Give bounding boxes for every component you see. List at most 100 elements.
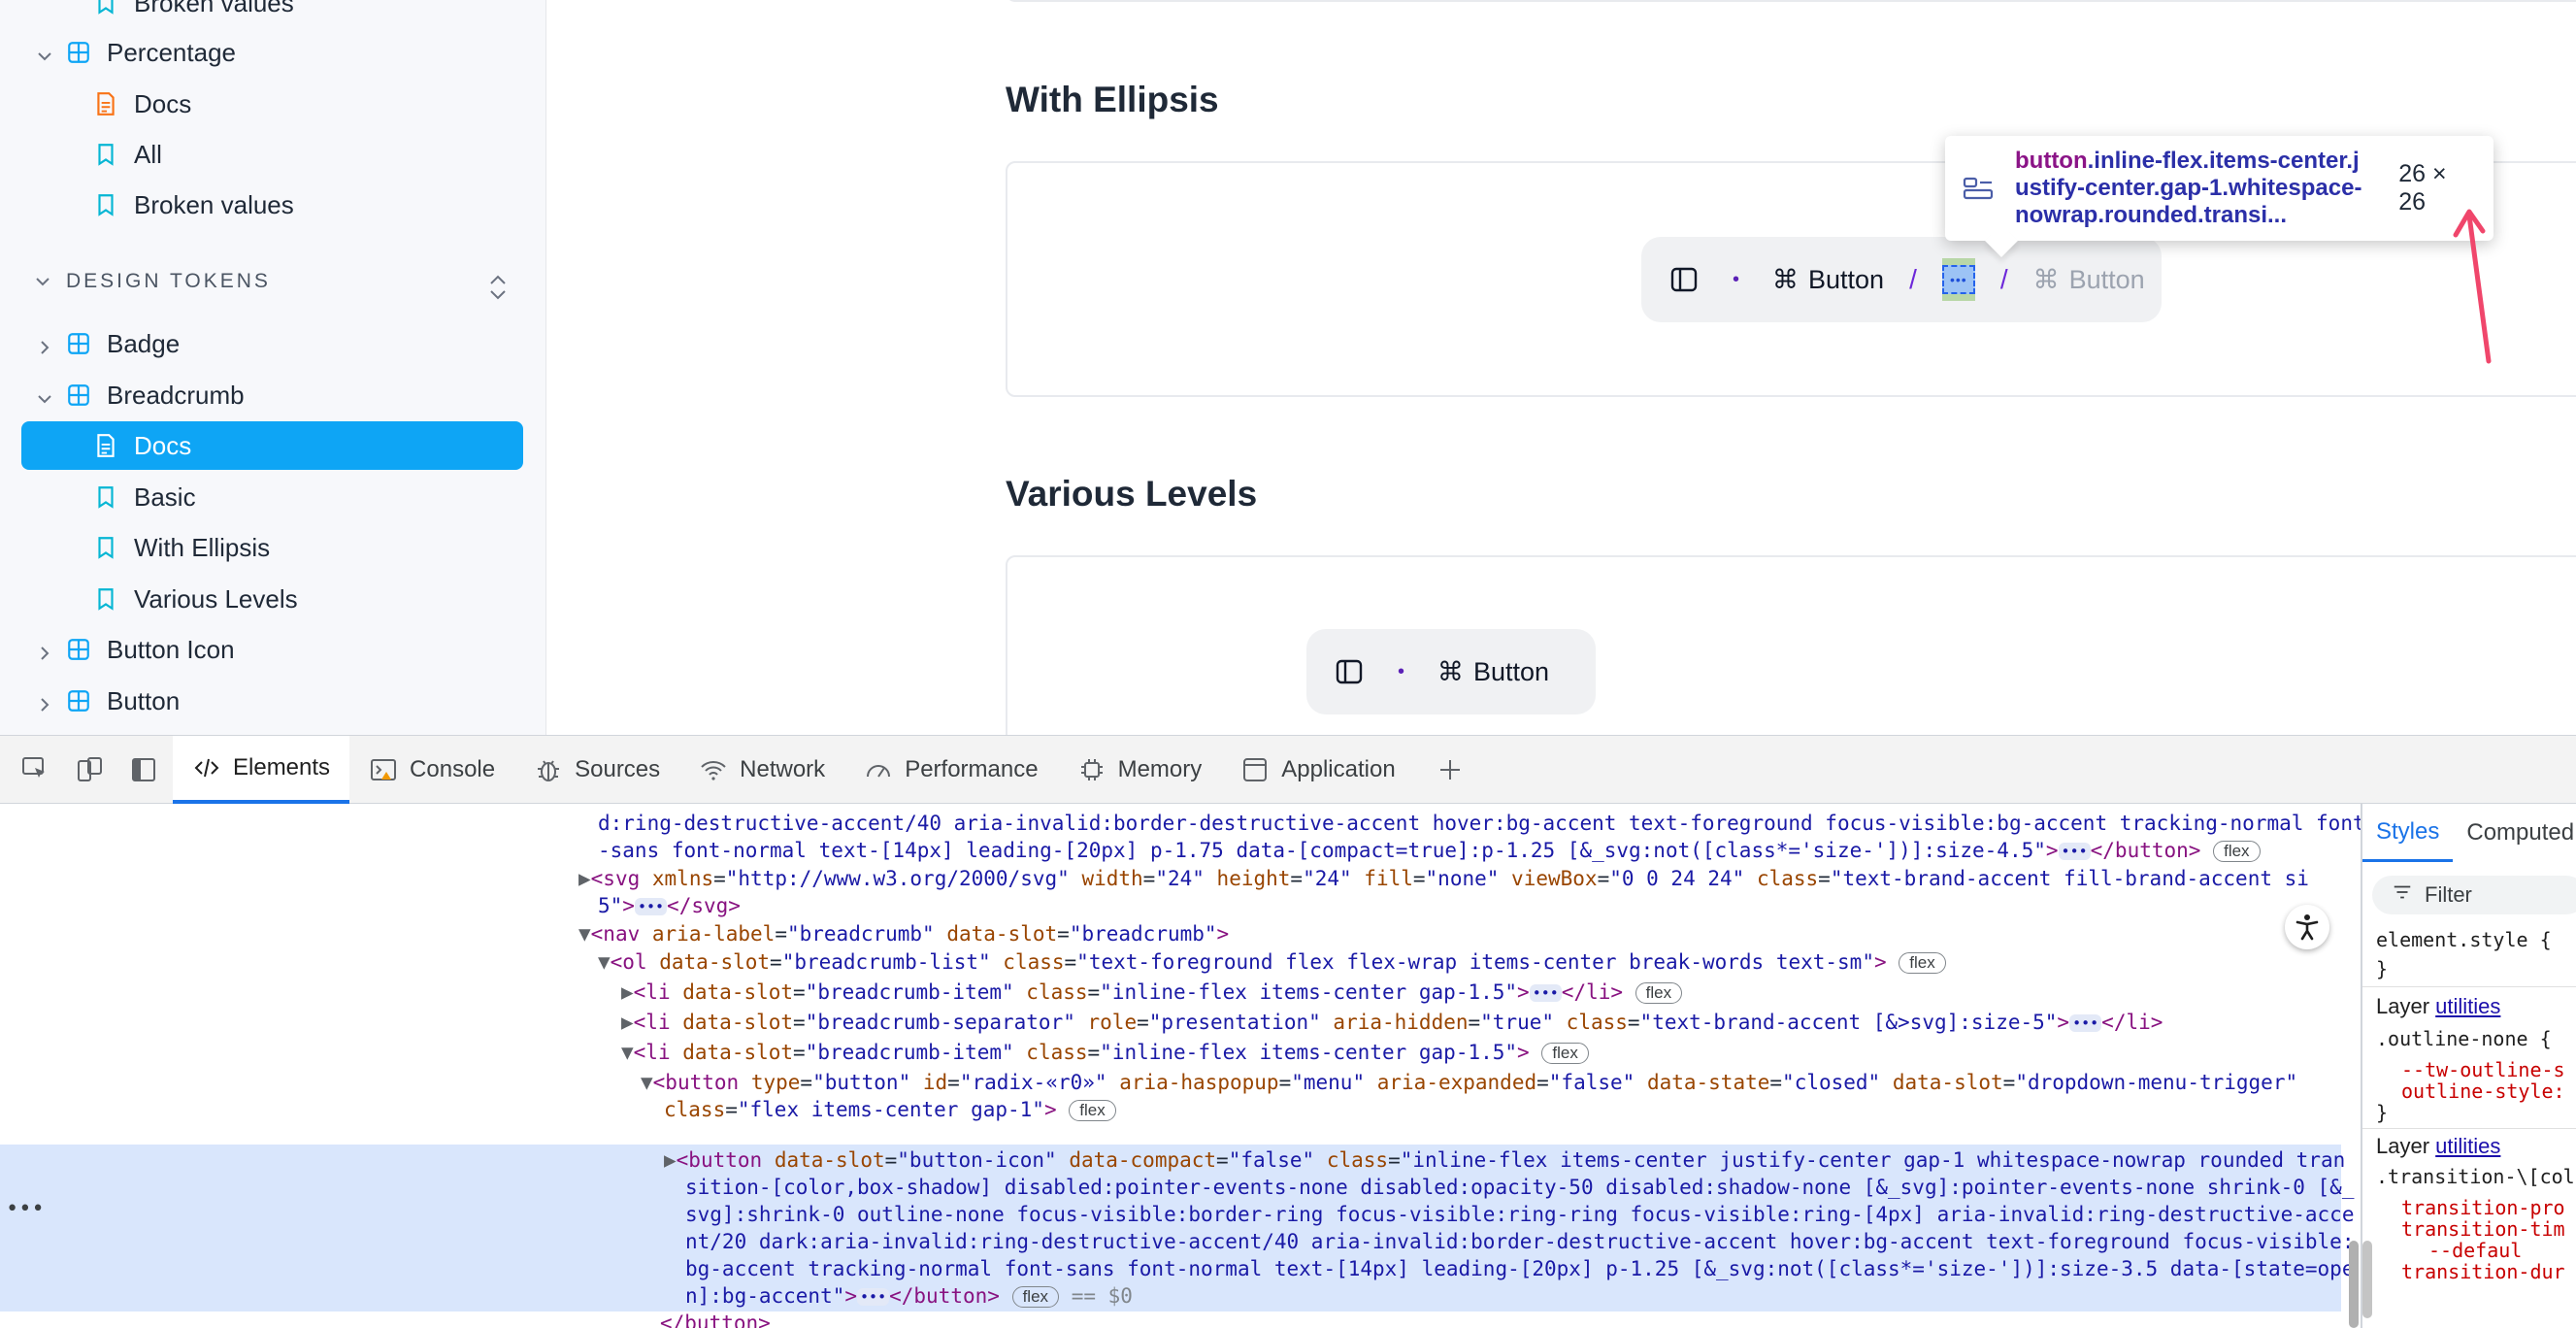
tab-network[interactable]: Network [679,736,844,804]
layer-link[interactable]: utilities [2435,1134,2500,1158]
dom-line-selected[interactable]: svg]:shrink-0 outline-none focus-visible… [685,1201,2354,1229]
sidebar-toggle-icon[interactable] [1668,264,1700,295]
sidebar-item-percentage[interactable]: Percentage [35,28,236,77]
style-property[interactable]: --tw-outline-s [2401,1058,2565,1081]
filter-placeholder: Filter [2425,882,2472,907]
dom-line[interactable]: ▶<svg xmlns="http://www.w3.org/2000/svg"… [578,865,2309,893]
dom-line-selected[interactable]: nt/20 dark:aria-invalid:ring-destructive… [685,1228,2354,1256]
style-property[interactable]: transition-dur [2401,1260,2565,1283]
dom-line[interactable]: d:ring-destructive-accent/40 aria-invali… [598,810,2361,838]
breadcrumb-button[interactable]: ⌘ Button [1772,265,1884,295]
sidebar-item-breadcrumb[interactable]: Breadcrumb [35,371,245,419]
styles-filter[interactable]: Filter [2372,876,2576,914]
sidebar-item-various-levels[interactable]: Various Levels [93,575,298,623]
expand-collapse-icon[interactable] [485,271,511,304]
chevron-right-icon[interactable] [35,640,54,660]
sidebar-item-docs[interactable]: Docs [93,80,191,128]
layer-link[interactable]: utilities [2435,994,2500,1018]
style-rule-selector[interactable]: element.style { [2376,928,2552,951]
more-horizontal-icon: ••• [1941,265,1975,294]
layer-text: Layer [2376,1134,2430,1158]
dom-line[interactable]: ▼<nav aria-label="breadcrumb" data-slot=… [578,920,1229,948]
tab-computed[interactable]: Computed [2453,804,2576,862]
sidebar-item-broken-values[interactable]: Broken values [93,181,294,229]
sidebar-item-all[interactable]: All [93,130,162,179]
style-rule-selector[interactable]: .outline-none { [2376,1027,2552,1050]
flex-layout-icon [1961,171,1996,206]
storybook-sidebar: Broken values Percentage Docs All Broken… [0,0,546,735]
dom-line[interactable]: ▼<button type="button" id="radix-«r0»" a… [641,1069,2297,1097]
layer-label: Layer utilities [2376,1134,2500,1159]
breadcrumb-button[interactable]: ⌘ Button [2033,265,2145,295]
tab-label: Elements [233,753,331,780]
style-property[interactable]: transition-tim [2401,1217,2565,1241]
dom-line[interactable]: ▶<li data-slot="breadcrumb-separator" ro… [621,1009,2163,1037]
docs-preview: With Ellipsis • ⌘ Button / ••• / ⌘ Butto… [547,0,2576,735]
breadcrumb: • ⌘ Button / ••• / ⌘ Button [1641,237,2162,322]
tab-label: Console [410,755,496,782]
sidebar-toggle-icon[interactable] [1334,656,1365,687]
sidebar-item-badge[interactable]: Badge [35,319,180,368]
chevron-down-icon[interactable] [35,43,54,62]
tab-performance[interactable]: Performance [844,736,1057,804]
sidebar-item-label: Various Levels [134,583,298,614]
styles-pane: Styles Computed Filter element.style { }… [2361,804,2576,1328]
bug-icon [538,759,560,781]
sidebar-item-button[interactable]: Button [35,677,180,725]
sidebar-item-basic[interactable]: Basic [93,473,196,521]
dock-side-icon[interactable] [124,750,163,789]
breadcrumb-separator: / [1909,264,1917,294]
style-rule-selector[interactable]: .transition-\[col [2376,1165,2575,1188]
device-toolbar-icon[interactable] [70,750,109,789]
bookmark-icon [93,586,118,612]
sidebar-item-button-icon[interactable]: Button Icon [35,625,235,674]
breadcrumb-button[interactable]: ⌘ Button [1437,657,1549,687]
chevron-down-icon[interactable] [35,385,54,405]
tab-label: Network [740,755,826,782]
breadcrumb-dot-separator: • [1733,268,1740,290]
sidebar-item-breadcrumb-docs[interactable]: Docs [21,421,523,470]
add-tab-icon[interactable] [1431,750,1470,789]
sidebar-item-label: Breadcrumb [107,380,245,410]
dom-line-selected[interactable]: bg-accent tracking-normal font-sans font… [685,1255,2354,1283]
style-rule-close: } [2376,957,2389,980]
more-actions-icon[interactable]: ••• [6,1196,45,1224]
dom-line-selected[interactable]: n]:bg-accent"> ••• </button> flex == $0 [685,1282,1133,1311]
style-property[interactable]: --defaul [2428,1239,2522,1262]
tab-styles[interactable]: Styles [2362,804,2454,862]
style-property[interactable]: outline-style: [2401,1079,2565,1103]
sidebar-item-label: Button Icon [107,634,235,664]
accessibility-icon[interactable] [2285,905,2329,949]
dom-line[interactable]: -sans font-normal text-[14px] leading-[2… [598,837,2261,865]
chevron-right-icon[interactable] [35,334,54,354]
sidebar-section-design-tokens[interactable]: DESIGN TOKENS [33,270,271,293]
scrollbar[interactable] [2349,1241,2359,1328]
ellipsis-button[interactable]: ••• [1941,258,1975,301]
scrollbar[interactable] [2362,1241,2372,1318]
dom-line[interactable]: ▼<li data-slot="breadcrumb-item" class="… [621,1039,1589,1067]
sidebar-item-with-ellipsis[interactable]: With Ellipsis [93,523,270,572]
tab-label: Application [1281,755,1396,782]
section-title-various-levels: Various Levels [1006,474,1258,514]
dom-line[interactable]: class="flex items-center gap-1"> flex [664,1096,1116,1124]
component-icon [66,40,91,65]
tab-sources[interactable]: Sources [514,736,679,804]
dom-line[interactable]: ▼<ol data-slot="breadcrumb-list" class="… [598,948,1946,977]
sidebar-item-broken-values[interactable]: Broken values [93,0,294,27]
window-icon [1243,757,1268,781]
dom-line[interactable]: ▶<li data-slot="breadcrumb-item" class="… [621,979,1683,1007]
style-property[interactable]: transition-pro [2401,1196,2565,1219]
tab-elements[interactable]: Elements [173,735,350,804]
chevron-right-icon[interactable] [35,691,54,712]
tab-memory[interactable]: Memory [1058,736,1222,804]
bookmark-icon [93,535,118,560]
dom-line[interactable]: </button> [660,1310,771,1328]
sidebar-item-label: Basic [134,481,196,512]
dom-line[interactable]: 5"> ••• </svg> [598,892,741,920]
dom-line-selected[interactable]: sition-[color,box-shadow] disabled:point… [685,1174,2354,1202]
tab-console[interactable]: Console [349,736,514,804]
inspect-element-icon[interactable] [16,750,54,789]
dom-line-selected[interactable]: ▶<button data-slot="button-icon" data-co… [664,1146,2345,1175]
section-title: DESIGN TOKENS [66,270,271,292]
tab-application[interactable]: Application [1221,736,1414,804]
